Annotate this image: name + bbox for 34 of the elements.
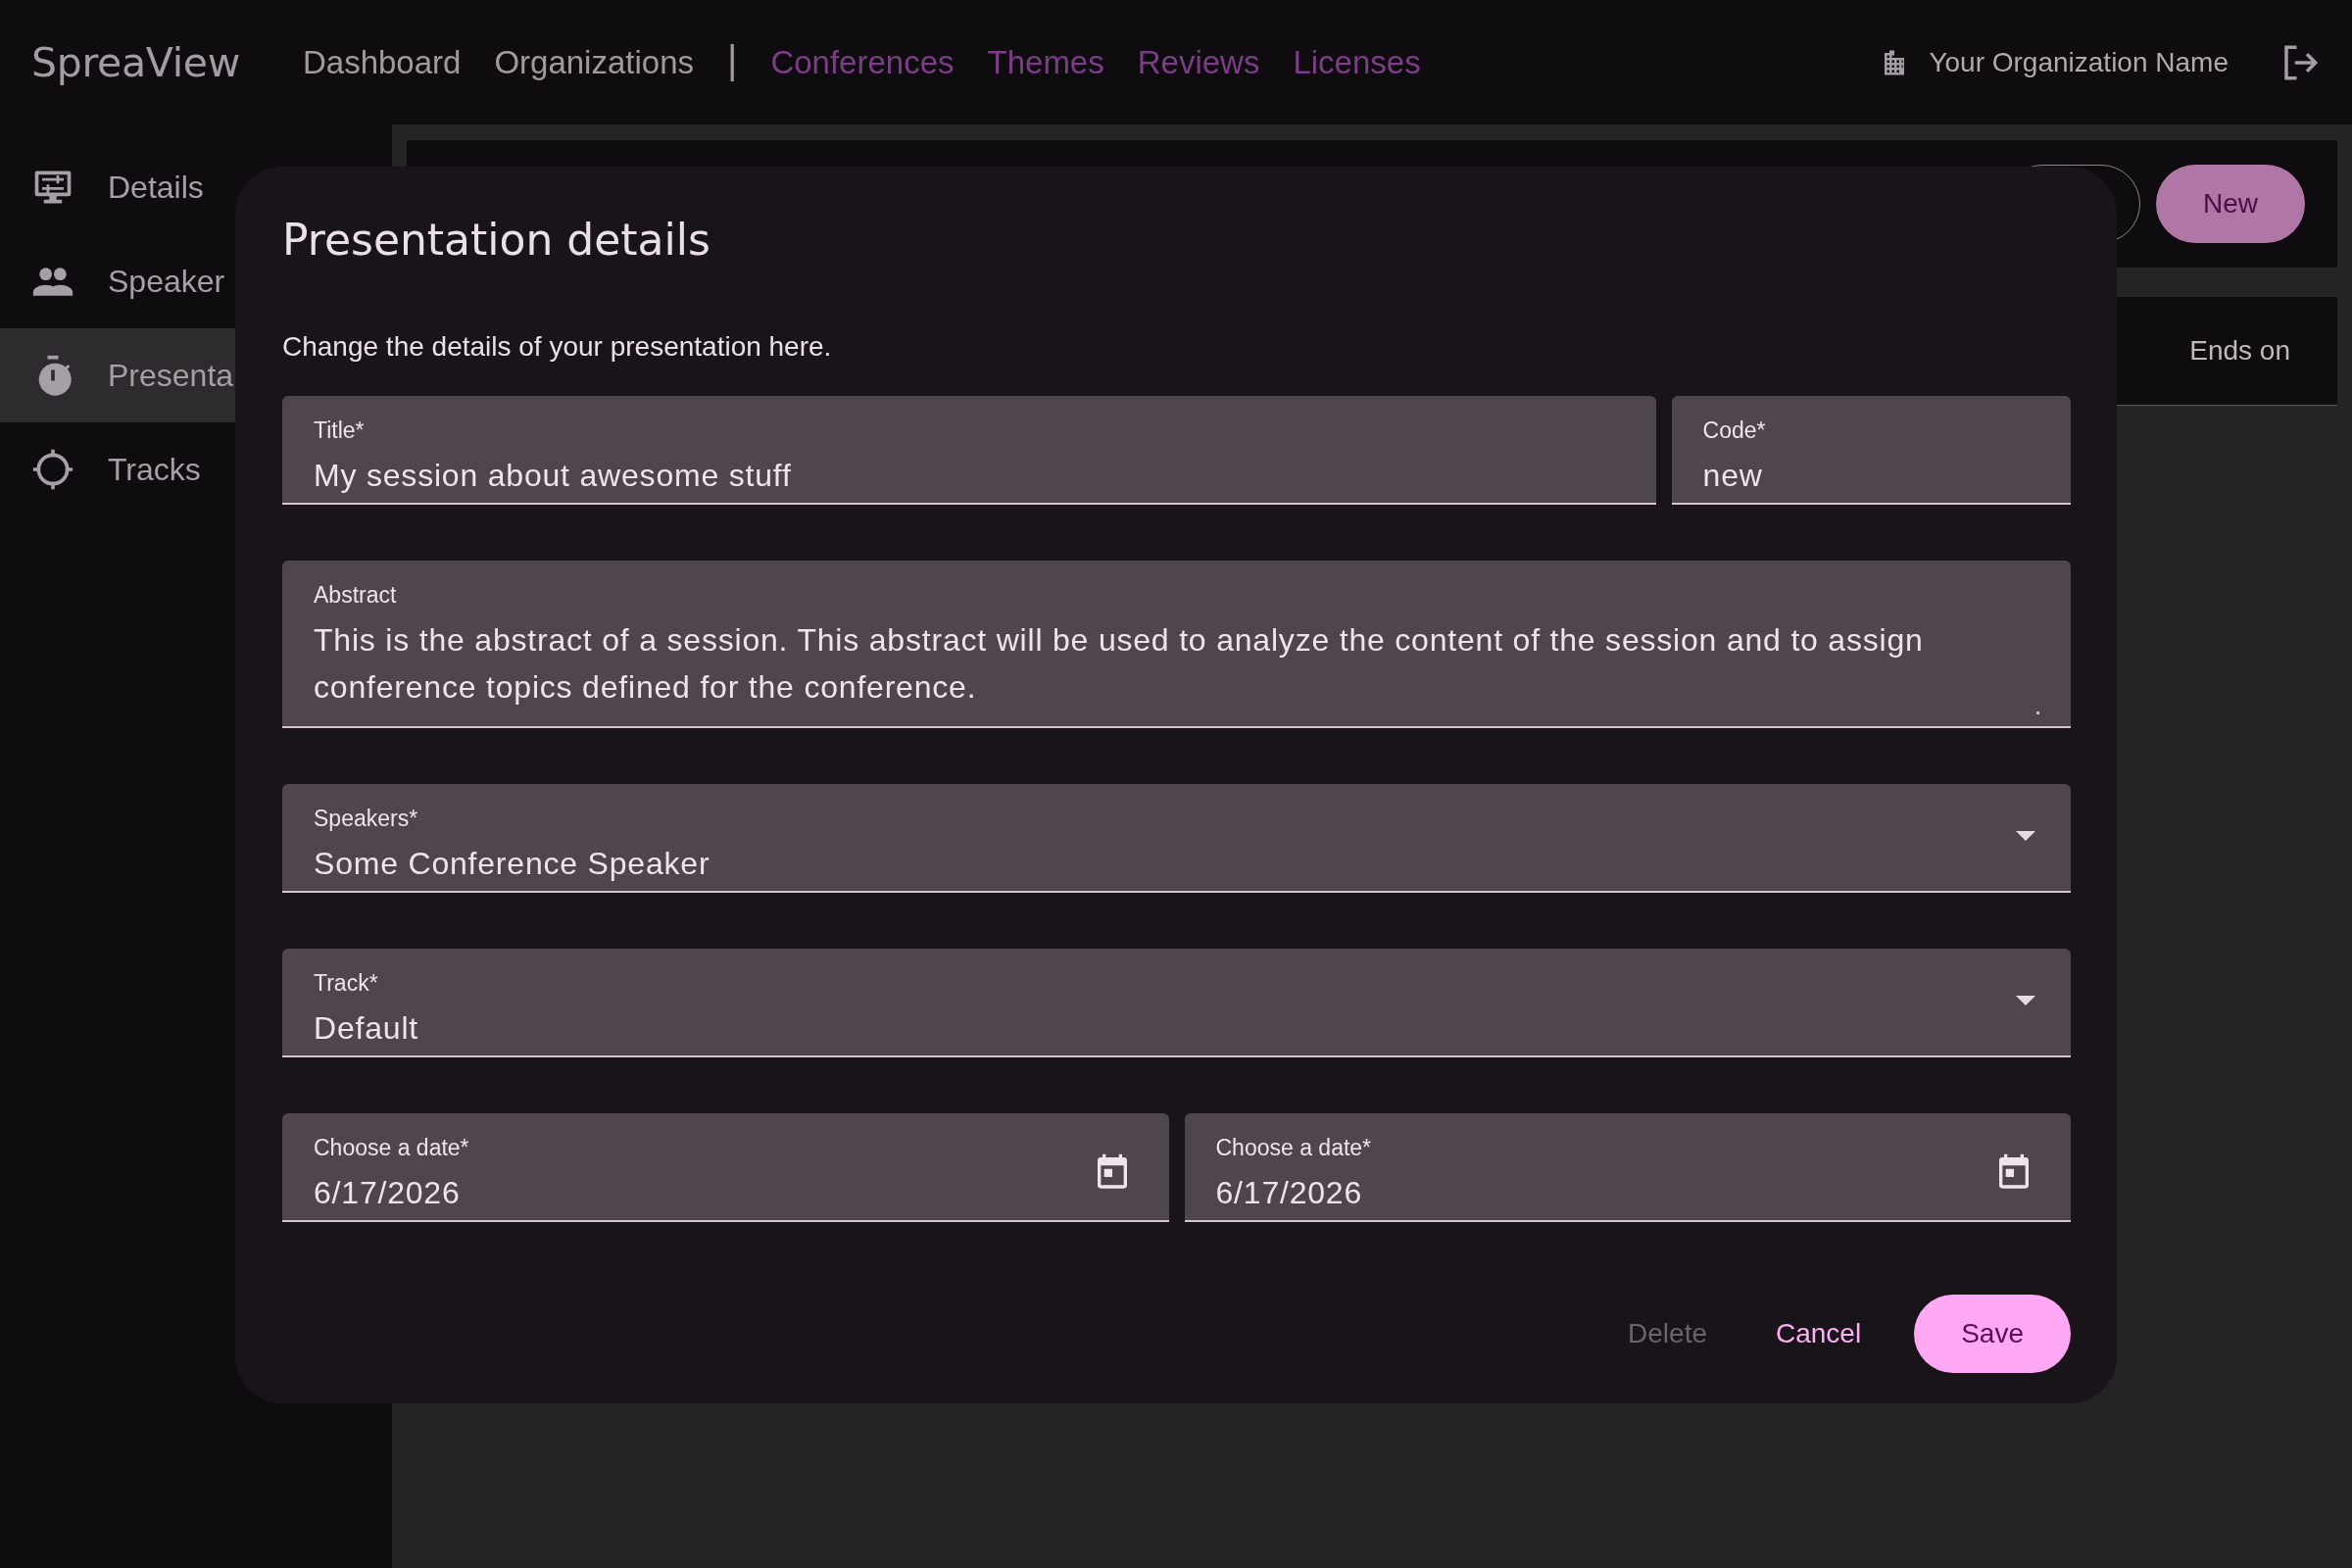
dropdown-field[interactable]: Track* Default xyxy=(282,949,2071,1057)
column-header: Ends on xyxy=(2189,335,2290,367)
dialog-title: Presentation details xyxy=(282,214,711,267)
field-value: Default xyxy=(314,1009,419,1048)
date-field[interactable]: Choose a date* 6/17/2026 xyxy=(282,1113,1169,1222)
field-value: My session about awesome stuff xyxy=(314,457,793,495)
crosshair-icon xyxy=(31,448,74,491)
filled-button[interactable]: Save xyxy=(1914,1295,2071,1373)
field-label: Abstract xyxy=(314,582,398,609)
field-value: 6/17/2026 xyxy=(314,1174,462,1212)
field-value: This is the abstract of a session. This abstract will be used to analyze the content of the session and to assign conference topics defined for the conference. xyxy=(314,621,1925,707)
field-value: new xyxy=(1702,457,1764,495)
dropdown-arrow-icon xyxy=(2016,996,2035,1005)
field-label: Choose a date* xyxy=(314,1135,470,1161)
field-label: Speakers* xyxy=(314,806,419,832)
dropdown-field[interactable]: Speakers* Some Conference Speaker xyxy=(282,784,2071,893)
field-value: Some Conference Speaker xyxy=(314,845,711,883)
date-field[interactable]: Choose a date* 6/17/2026 xyxy=(1184,1113,2071,1222)
input-field[interactable]: Code* new xyxy=(1671,396,2071,505)
field-label: Code* xyxy=(1702,417,1767,444)
dropdown-arrow-icon xyxy=(2016,831,2035,841)
field-label: Choose a date* xyxy=(1215,1135,1373,1161)
new-button[interactable]: New xyxy=(2156,165,2305,243)
text-button[interactable]: Cancel xyxy=(1760,1295,1878,1373)
field-label: Track* xyxy=(314,970,379,997)
field-value: 6/17/2026 xyxy=(1215,1174,1364,1212)
input-field[interactable]: Title* My session about awesome stuff xyxy=(282,396,1656,505)
nav-separator: | xyxy=(727,38,738,82)
app-logo[interactable]: SpreaView xyxy=(31,38,240,86)
organization-name[interactable]: Your Organization Name xyxy=(1929,46,2229,78)
text-area[interactable]: Abstract This is the abstract of a session. This abstract will be used to analyze the content of the session and to assign conference topics defined for the conference. xyxy=(282,561,2071,728)
nav-link[interactable]: Dashboard xyxy=(302,43,462,81)
resize-handle[interactable] xyxy=(2036,711,2039,714)
nav-link[interactable]: Organizations xyxy=(494,43,694,81)
